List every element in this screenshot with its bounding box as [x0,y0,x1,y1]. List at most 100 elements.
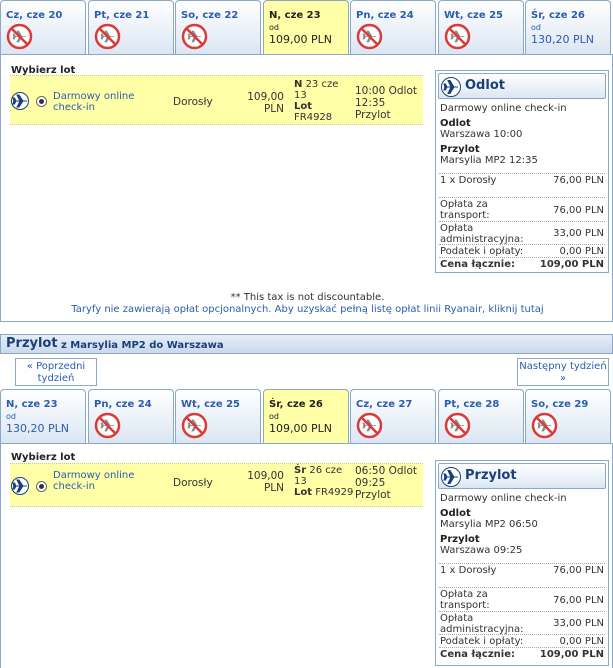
pax-value: 76,00 PLN [553,175,604,186]
summary-depart-heading: Odlot [440,508,471,519]
passenger-type: Dorosły [173,96,213,108]
summary-admin-row: Opłata administracyjna: 33,00 PLN [439,221,605,245]
depart-label: Odlot [388,85,417,97]
in-tab-2[interactable]: Wt, cze 25 [175,389,261,443]
previous-week-button[interactable]: « Poprzedni tydzień [15,358,97,386]
admin-value: 33,00 PLN [553,618,604,629]
tab-label: Pn, cze 24 [356,10,414,21]
tax-label: Podatek i opłaty: [440,636,524,647]
total-value: 109,00 PLN [539,649,604,660]
summary-transport-row: Opłata za transport: 76,00 PLN [439,197,605,221]
flight-amount: 109,00 PLN [247,91,284,115]
tab-od: od [269,412,279,421]
summary-arrive-value: Marsylia MP2 12:35 [440,155,538,166]
outbound-summary-box: Odlot Darmowy online check-in Odlot Wars… [435,70,609,273]
fees-link[interactable]: Taryfy nie zawierają opłat opcjonalnych.… [1,304,613,315]
no-flights-icon [444,23,471,50]
pax-value: 76,00 PLN [553,565,604,576]
summary-total-row: Cena łącznie: 109,00 PLN [439,647,605,661]
in-tab-3[interactable]: Śr, cze 26 od 109,00 PLN [263,389,349,443]
out-tab-0[interactable]: Cz, cze 20 [0,0,86,54]
tab-label: N, cze 23 [269,10,321,21]
out-tab-5[interactable]: Wt, cze 25 [438,0,524,54]
summary-pax-row: 1 x Dorosły 76,00 PLN [439,563,605,579]
total-value: 109,00 PLN [539,259,604,270]
out-tab-4[interactable]: Pn, cze 24 [350,0,436,54]
in-tab-0[interactable]: N, cze 23 od 130,20 PLN [0,389,86,443]
plane-icon [441,77,461,97]
out-tab-3[interactable]: N, cze 23 od 109,00 PLN [263,0,349,54]
flight-amount: 109,00 PLN [247,470,284,494]
summary-depart-value: Warszawa 10:00 [440,129,523,140]
summary-transport-row: Opłata za transport: 76,00 PLN [439,587,605,611]
flight-radio[interactable] [36,96,47,107]
summary-depart-heading: Odlot [440,118,471,129]
choose-flight-label: Wybierz lot [11,452,76,463]
tax-value: 0,00 PLN [559,246,604,257]
tab-label: Pt, cze 28 [444,399,500,410]
tab-label: Śr, cze 26 [531,10,585,21]
summary-arrive-value: Warszawa 09:25 [440,545,523,556]
out-tab-6[interactable]: Śr, cze 26 od 130,20 PLN [525,0,611,54]
flight-number: FR4928 [294,112,333,123]
pax-label: 1 x Dorosły [440,565,497,576]
flight-day: N [294,79,303,90]
no-flights-icon [356,23,383,50]
transport-value: 76,00 PLN [553,205,604,216]
admin-label: Opłata administracyjna: [440,613,524,635]
flight-day: Śr [294,465,307,476]
transport-value: 76,00 PLN [553,595,604,606]
admin-label: Opłata administracyjna: [440,223,524,245]
out-tab-1[interactable]: Pt, cze 21 [88,0,174,54]
plane-icon [11,477,29,495]
tax-value: 0,00 PLN [559,636,604,647]
plane-icon [11,92,29,110]
summary-tax-row: Podatek i opłaty: 0,00 PLN [439,634,605,647]
tab-label: N, cze 23 [6,399,58,410]
tab-label: So, cze 29 [531,399,589,410]
no-flights-icon [94,23,121,50]
admin-value: 33,00 PLN [553,228,604,239]
next-week-button[interactable]: Następny tydzień » [517,358,609,386]
tab-label: Wt, cze 25 [444,10,504,21]
summary-title: Odlot [465,78,505,93]
tab-label: Śr, cze 26 [269,399,323,410]
no-flights-icon [181,23,208,50]
tab-label: Cz, cze 20 [6,10,63,21]
summary-header: Przylot [438,463,606,489]
total-label: Cena łącznie: [440,259,516,270]
in-tab-1[interactable]: Pn, cze 24 [88,389,174,443]
arrive-time: 12:35 [355,97,386,109]
in-tab-4[interactable]: Cz, cze 27 [350,389,436,443]
tab-price: 130,20 PLN [6,422,69,435]
summary-depart-value: Marsylia MP2 06:50 [440,519,538,530]
no-flights-icon [6,23,33,50]
flight-info: N 23 cze 13 Lot FR4928 [294,79,354,123]
tax-label: Podatek i opłaty: [440,246,524,257]
out-tab-2[interactable]: So, cze 22 [175,0,261,54]
summary-fare-type: Darmowy online check-in [440,103,567,114]
flight-times: 06:50 Odlot 09:25 Przylot [355,465,423,501]
summary-title: Przylot [465,468,517,483]
flight-times: 10:00 Odlot 12:35 Przylot [355,85,423,121]
tab-label: Pn, cze 24 [94,399,152,410]
summary-fare-type: Darmowy online check-in [440,493,567,504]
flight-row[interactable]: Darmowy online check-in Dorosły 109,00 P… [10,463,423,507]
tab-price: 130,20 PLN [531,33,594,46]
flight-number: FR4929 [315,487,354,498]
tab-od: od [531,23,541,32]
inbound-date-tabs: N, cze 23 od 130,20 PLN Pn, cze 24 Wt, cze… [0,389,613,443]
in-tab-6[interactable]: So, cze 29 [525,389,611,443]
arrive-time: 09:25 [355,477,386,489]
flight-label: Lot [294,487,313,498]
depart-time: 10:00 [355,85,386,97]
flight-row[interactable]: Darmowy online check-in Dorosły 109,00 P… [10,75,423,125]
summary-total-row: Cena łącznie: 109,00 PLN [439,257,605,271]
flight-radio[interactable] [36,481,47,492]
summary-tax-row: Podatek i opłaty: 0,00 PLN [439,244,605,257]
inbound-summary-box: Przylot Darmowy online check-in Odlot Ma… [435,460,609,666]
in-tab-5[interactable]: Pt, cze 28 [438,389,524,443]
summary-pax-row: 1 x Dorosły 76,00 PLN [439,173,605,189]
passenger-type: Dorosły [173,477,213,489]
pax-label: 1 x Dorosły [440,175,497,186]
